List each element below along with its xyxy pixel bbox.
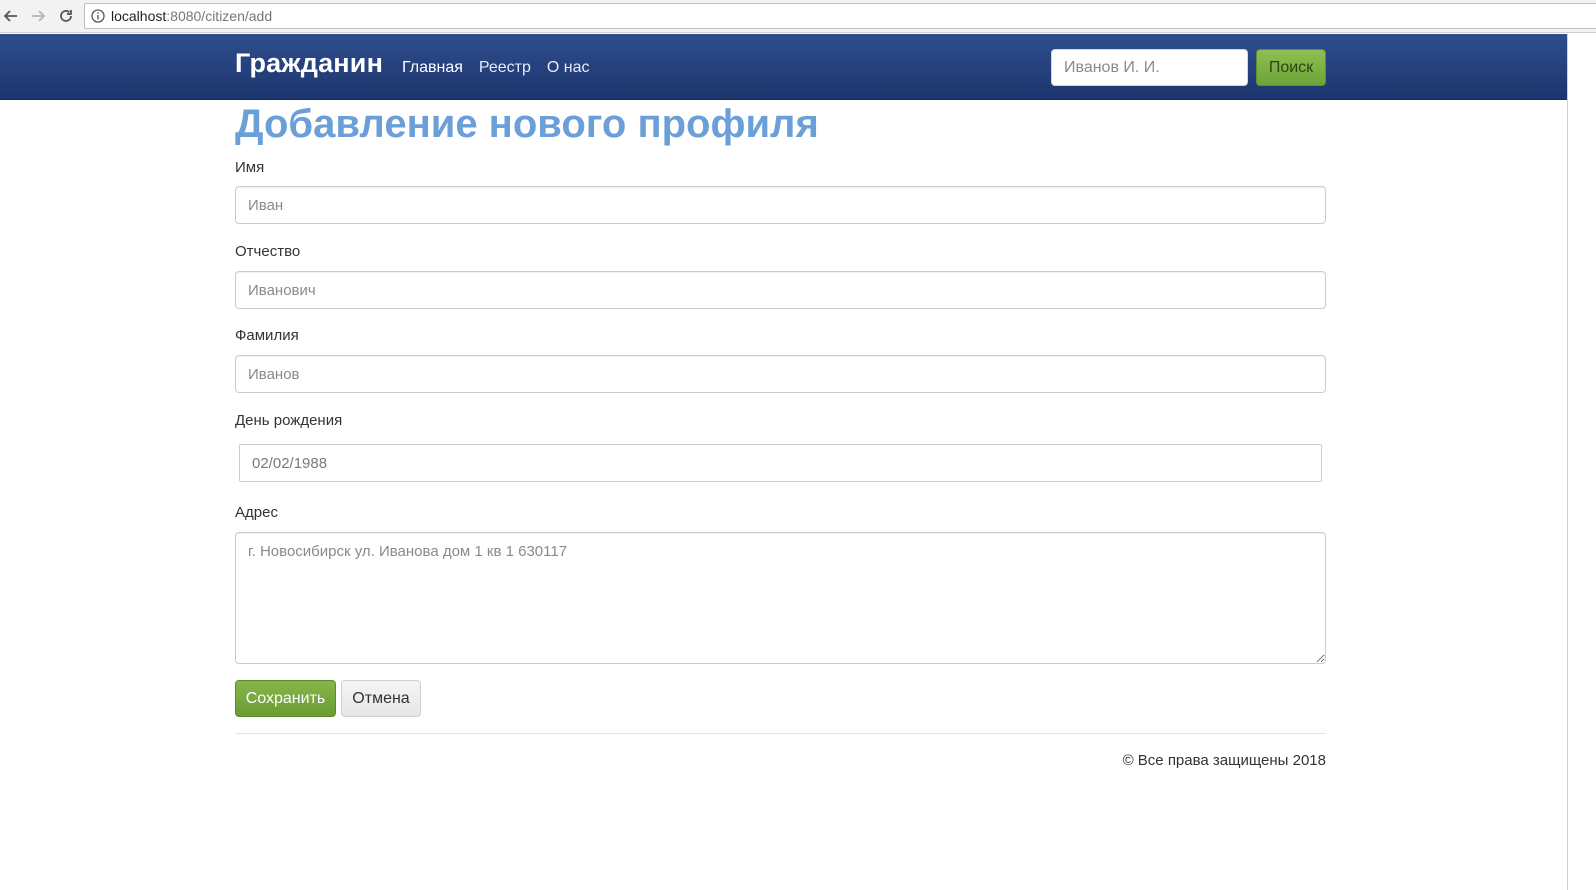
browser-toolbar: localhost:8080/citizen/add xyxy=(0,0,1596,33)
page-title: Добавление нового профиля xyxy=(235,102,819,146)
nav-link-home[interactable]: Главная xyxy=(402,59,463,77)
navbar: Гражданин Главная Реестр О нас Поиск xyxy=(0,34,1568,100)
nav-link-registry[interactable]: Реестр xyxy=(479,59,531,77)
forward-icon[interactable] xyxy=(27,5,49,27)
last-name-field[interactable] xyxy=(235,355,1326,393)
nav-links: Главная Реестр О нас xyxy=(402,59,590,77)
footer-copyright: © Все права защищены 2018 xyxy=(1122,752,1326,769)
patronymic-field[interactable] xyxy=(235,271,1326,309)
first-name-label: Имя xyxy=(235,159,265,176)
search-button[interactable]: Поиск xyxy=(1256,49,1326,86)
birthday-label: День рождения xyxy=(235,412,343,429)
first-name-field[interactable] xyxy=(235,186,1326,224)
birthday-field[interactable] xyxy=(239,444,1322,482)
nav-link-about[interactable]: О нас xyxy=(547,59,590,77)
page-edge xyxy=(1567,34,1568,890)
brand-link[interactable]: Гражданин xyxy=(235,48,383,79)
save-button[interactable]: Сохранить xyxy=(235,680,336,717)
address-field[interactable] xyxy=(235,532,1326,664)
search-input[interactable] xyxy=(1051,49,1248,86)
back-icon[interactable] xyxy=(0,5,22,27)
address-label: Адрес xyxy=(235,504,278,521)
last-name-label: Фамилия xyxy=(235,327,299,344)
info-icon[interactable] xyxy=(91,9,105,23)
reload-icon[interactable] xyxy=(55,5,77,27)
address-bar[interactable]: localhost:8080/citizen/add xyxy=(84,3,1596,29)
cancel-button[interactable]: Отмена xyxy=(341,680,421,717)
footer-divider xyxy=(235,733,1326,734)
url-path: :8080/citizen/add xyxy=(166,8,273,24)
patronymic-label: Отчество xyxy=(235,243,301,260)
url-host: localhost xyxy=(111,8,167,24)
